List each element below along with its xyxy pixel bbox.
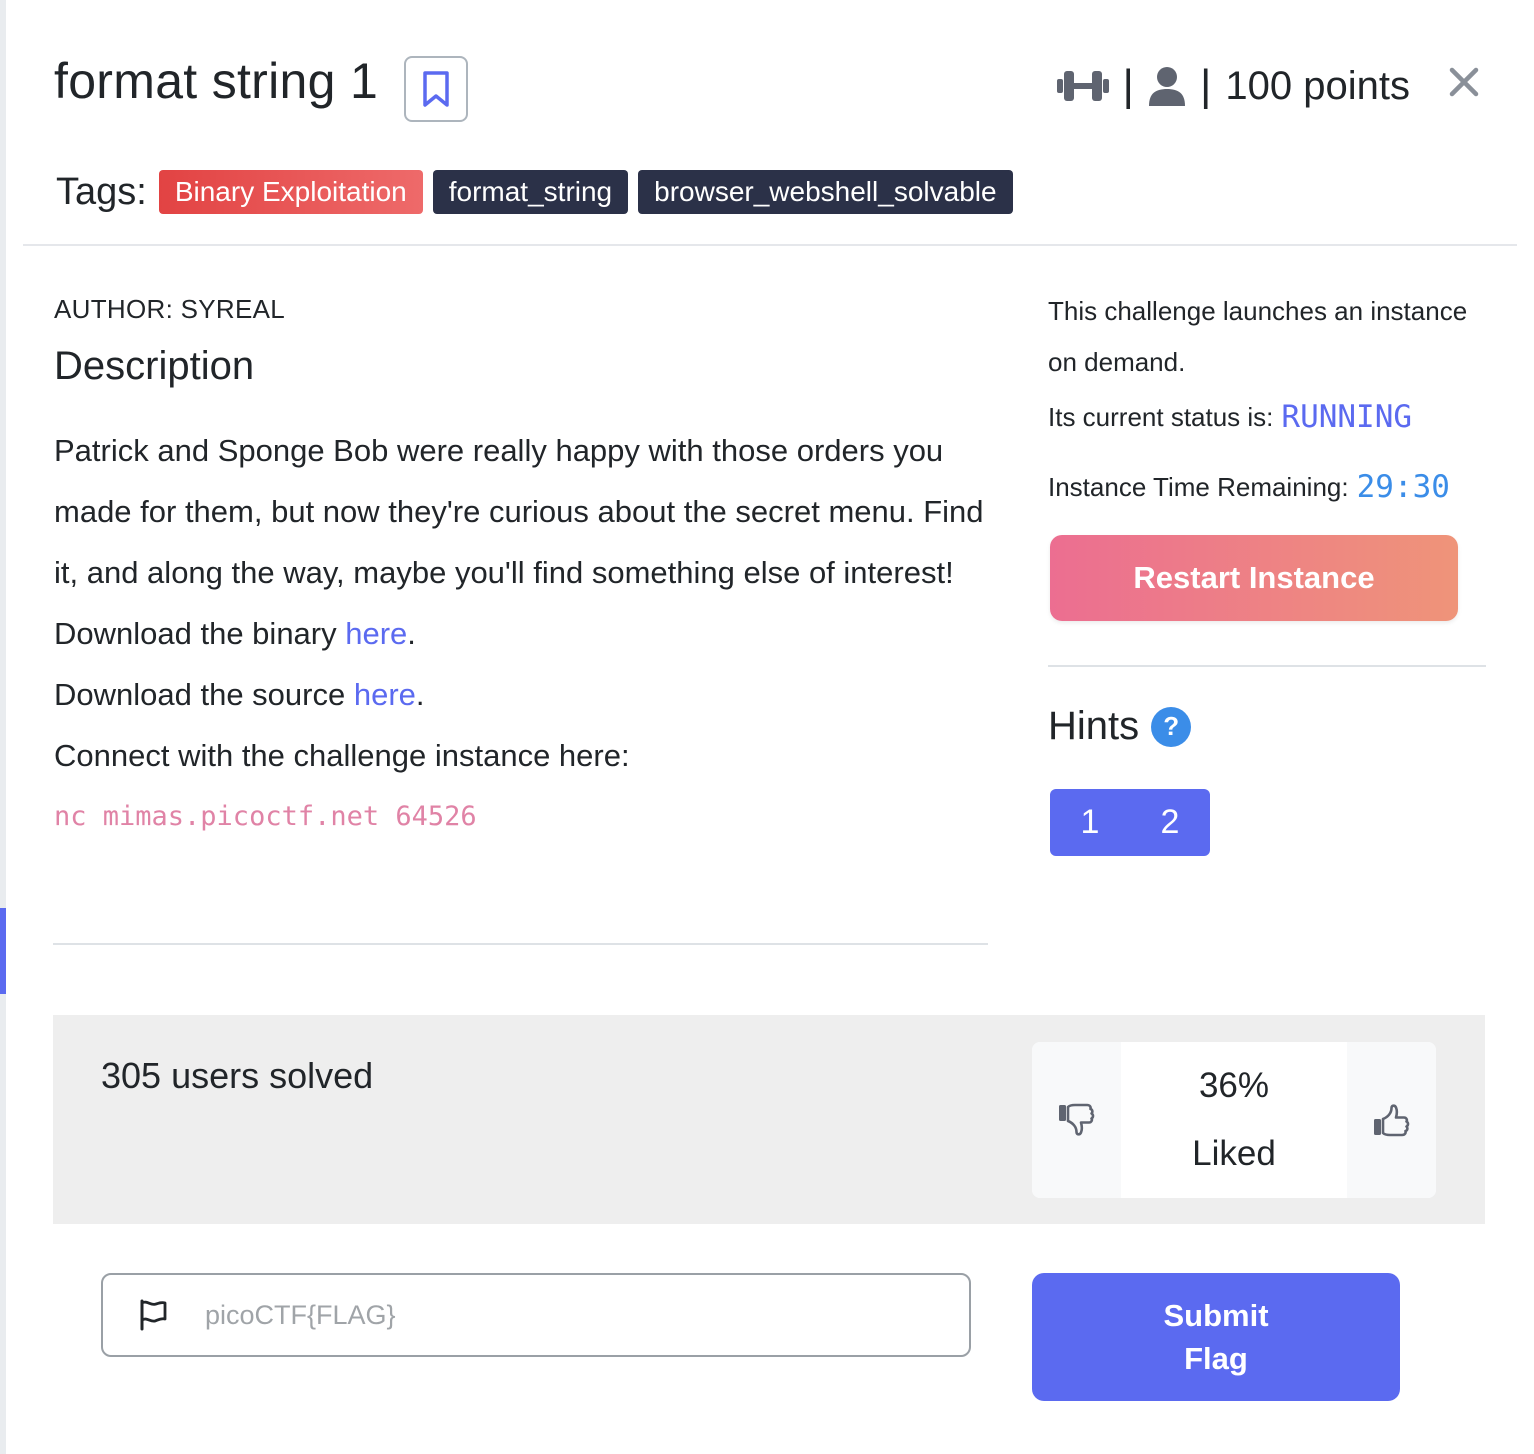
user-icon: [1148, 67, 1185, 106]
download-binary-link[interactable]: here: [345, 616, 407, 651]
hint-button-2[interactable]: 2: [1130, 789, 1210, 856]
header-divider: [23, 244, 1517, 246]
challenge-meta: | | 100 points: [1056, 58, 1410, 114]
instance-status-label: Its current status is:: [1048, 401, 1274, 432]
tags-row: Tags: Binary Exploitation format_string …: [56, 170, 1023, 214]
rating-box: 36% Liked: [1032, 1042, 1436, 1198]
restart-instance-button[interactable]: Restart Instance: [1050, 535, 1458, 621]
instance-info: This challenge launches an instance on d…: [1048, 286, 1498, 512]
close-icon: [1449, 67, 1479, 97]
points-label: 100 points: [1225, 63, 1410, 108]
thumbs-down-button[interactable]: [1032, 1042, 1121, 1198]
period: .: [407, 616, 416, 651]
dumbbell-icon: [1056, 71, 1109, 101]
solved-panel: 305 users solved 36% Liked: [53, 1015, 1485, 1224]
submit-line-2: Flag: [1184, 1341, 1248, 1376]
bookmark-icon: [423, 71, 449, 107]
liked-label: Liked: [1192, 1134, 1276, 1173]
flag-input[interactable]: [203, 1298, 967, 1332]
instance-time-label: Instance Time Remaining:: [1048, 471, 1349, 502]
tag-browser-webshell-solvable[interactable]: browser_webshell_solvable: [638, 170, 1013, 214]
submit-flag-label: Submit Flag: [1146, 1294, 1286, 1380]
help-icon[interactable]: ?: [1151, 706, 1192, 747]
meta-separator: |: [1199, 61, 1212, 110]
instance-launch-text: This challenge launches an instance on d…: [1048, 296, 1468, 377]
hint-button-1[interactable]: 1: [1050, 789, 1130, 856]
description-body: Patrick and Sponge Bob were really happy…: [54, 420, 994, 847]
liked-summary: 36% Liked: [1121, 1042, 1347, 1198]
close-button[interactable]: [1444, 62, 1484, 102]
download-binary-line: Download the binary here.: [54, 603, 994, 664]
users-solved: 305 users solved: [101, 1055, 374, 1096]
hints-heading: Hints ?: [1048, 704, 1192, 749]
thumbs-up-button[interactable]: [1347, 1042, 1436, 1198]
thumbs-up-icon: [1373, 1104, 1409, 1137]
download-source-line: Download the source here.: [54, 664, 994, 725]
flag-input-wrapper: [101, 1273, 971, 1357]
description-divider: [53, 943, 988, 945]
hints-divider: [1048, 665, 1486, 667]
thumbs-down-icon: [1058, 1103, 1094, 1136]
tag-binary-exploitation[interactable]: Binary Exploitation: [158, 170, 423, 214]
hint-buttons: 1 2: [1050, 789, 1210, 856]
period: .: [415, 677, 425, 712]
flag-icon: [137, 1299, 169, 1331]
instance-time-line: Instance Time Remaining: 29:30: [1048, 462, 1498, 512]
meta-separator: |: [1122, 61, 1134, 110]
instance-time-value: 29:30: [1356, 469, 1450, 505]
challenge-modal: format string 1 | | 100 points Tags: Bin…: [6, 0, 1530, 1454]
connect-text: Connect with the challenge instance here…: [54, 738, 630, 773]
challenge-title: format string 1: [54, 53, 379, 109]
instance-status-value: RUNNING: [1281, 399, 1413, 435]
submit-line-1: Submit: [1163, 1298, 1269, 1333]
bookmark-button[interactable]: [404, 56, 468, 122]
tags-label: Tags:: [56, 170, 147, 213]
liked-percent: 36%: [1198, 1066, 1270, 1105]
instance-status-line: Its current status is: RUNNING: [1048, 392, 1498, 442]
submit-flag-button[interactable]: Submit Flag: [1032, 1273, 1400, 1401]
hints-title: Hints: [1048, 704, 1140, 748]
tag-format-string[interactable]: format_string: [432, 170, 629, 214]
description-heading: Description: [54, 344, 255, 388]
author-label: AUTHOR: SYREAL: [54, 294, 286, 324]
download-source-text: Download the source: [54, 677, 354, 712]
download-binary-text: Download the binary: [54, 616, 346, 651]
description-paragraph: Patrick and Sponge Bob were really happy…: [54, 433, 984, 590]
nc-command: nc mimas.picoctf.net 64526: [54, 801, 477, 832]
download-source-link[interactable]: here: [354, 677, 416, 712]
